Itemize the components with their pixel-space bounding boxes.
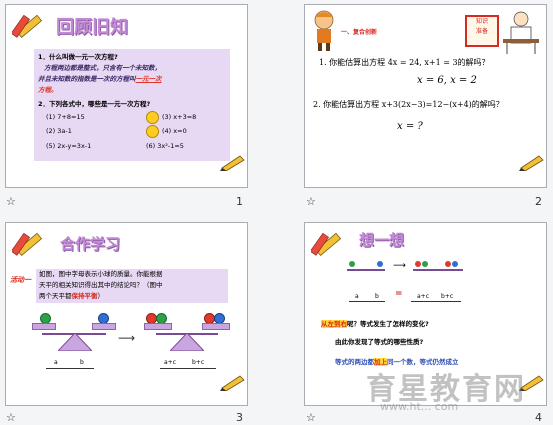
slide-number: 4 (535, 411, 542, 424)
question-2: 2．下列各式中，哪些是一元一次方程? (38, 100, 151, 108)
slide-title: 合作学习 (60, 235, 121, 253)
star-icon[interactable]: ☆ (306, 195, 316, 208)
star-icon[interactable]: ☆ (306, 411, 316, 424)
question-line-1: 从左到右呢？等式发生了怎样的变化? (321, 320, 429, 328)
scale-label-ac: a+c (164, 359, 177, 366)
item-2: (2) 3a-1 (46, 127, 72, 135)
slide-number: 1 (236, 195, 243, 208)
ball-red (445, 261, 451, 267)
item-5: (5) 2x-y=3x-1 (46, 142, 92, 150)
answer-highlight: 一元一次 (135, 75, 162, 83)
scale-base (170, 333, 204, 351)
item-1: (1) 7+8=15 (46, 113, 85, 121)
pencil-ruler-icon (311, 232, 342, 256)
arrow-icon: ⟶ (118, 331, 136, 345)
pencil-icon (220, 155, 245, 171)
section-tag: 一、复合创新 (341, 29, 378, 36)
activity-text-panel: 如图，图中字母表示小球的质量。你能根据 天平的相关知识得出其中的结论吗？（图中 … (36, 269, 228, 303)
answer-1: x = 6, x = 2 (417, 75, 477, 86)
scale-base (58, 333, 92, 351)
slide-title: 回顾旧知 (56, 17, 128, 38)
pencil-icon (519, 155, 544, 171)
activity-text-c: 两个天平都保持平衡） (39, 292, 104, 300)
answer-2: x = ? (397, 121, 423, 132)
label-a: a (355, 293, 359, 300)
scale-beam (413, 269, 463, 271)
activity-text-b: 天平的相关知识得出其中的结论吗？（图中 (39, 281, 163, 289)
star-icon[interactable]: ☆ (6, 195, 16, 208)
item-3: (3) x+3=8 (162, 113, 197, 121)
scale-plate-right (202, 323, 230, 330)
smiley-icon (146, 125, 159, 138)
item-4: (4) x=0 (162, 127, 187, 135)
scale-plate-left (144, 323, 172, 330)
slide-title: 想一想 (359, 231, 405, 249)
ball-green (349, 261, 355, 267)
star-icon[interactable]: ☆ (6, 411, 16, 424)
pencil-icon (220, 375, 245, 391)
scale-label-bc: b+c (192, 359, 205, 366)
slide-number: 2 (535, 195, 542, 208)
answer-line-c: 方程。 (38, 86, 58, 94)
question-line-2: 由此你发现了等式的哪些性质? (335, 338, 424, 346)
equal-sign: = (395, 289, 403, 299)
activity-label: 活动一 (10, 276, 31, 284)
answer-line-b: 并且未知数的指数是一次的方程叫一元一次 (38, 74, 162, 85)
question-1: 1. 你能估算出方程 4x = 24, x+1 = 3的解吗？ (319, 58, 490, 67)
underline (349, 301, 385, 302)
pencil-ruler-icon (12, 232, 43, 256)
label-ac: a+c (417, 293, 430, 300)
balance-highlight: 保持平衡 (71, 292, 98, 300)
underline (160, 368, 216, 369)
ball-blue (377, 261, 383, 267)
underline (46, 368, 94, 369)
answer-line-a: 方程两边都是整式，只含有一个未知数， (44, 64, 161, 72)
label-bc: b+c (441, 293, 454, 300)
teacher-cartoon-icon (503, 11, 539, 54)
knowledge-sign: 知识 准备 (465, 15, 499, 47)
underline (411, 301, 461, 302)
scale-label-a: a (54, 359, 58, 366)
ball-red (415, 261, 421, 267)
pencil-ruler-icon (12, 14, 43, 38)
answer-text-b: 并且未知数的指数是一次的方程叫 (38, 75, 136, 83)
label-b: b (375, 293, 379, 300)
watermark-url: www.ht... com (380, 400, 459, 413)
item-6: (6) 3x²-1=5 (146, 142, 184, 150)
slide-thumbnail-3[interactable]: 合作学习 活动一 如图，图中字母表示小球的质量。你能根据 天平的相关知识得出其中… (5, 222, 248, 406)
tag-left-to-right: 从左到右 (321, 320, 347, 328)
arrow-icon: ⟶ (393, 261, 406, 271)
scale-plate-left (32, 323, 56, 330)
question-1: 1．什么叫做一元一次方程? (38, 53, 118, 61)
child-cartoon-icon (314, 10, 334, 51)
slide-thumbnail-1[interactable]: 回顾旧知 1．什么叫做一元一次方程? 方程两边都是整式，只含有一个未知数， 并且… (5, 4, 248, 188)
activity-text-a: 如图，图中字母表示小球的质量。你能根据 (39, 270, 163, 278)
slide-thumbnail-2[interactable]: 一、复合创新 知识 准备 1. 你能估算出方程 4x = 24, x+1 = 3… (304, 4, 547, 188)
ball-green (422, 261, 428, 267)
scale-label-b: b (80, 359, 84, 366)
slide-number: 3 (236, 411, 243, 424)
smiley-icon (146, 111, 159, 124)
ball-blue (452, 261, 458, 267)
question-panel: 1．什么叫做一元一次方程? 方程两边都是整式，只含有一个未知数， 并且未知数的指… (34, 49, 230, 161)
scale-plate-right (92, 323, 116, 330)
scale-beam (347, 269, 385, 271)
question-2: 2. 你能估算出方程 x+3(2x−3)=12−(x+4)的解吗？ (313, 100, 504, 109)
